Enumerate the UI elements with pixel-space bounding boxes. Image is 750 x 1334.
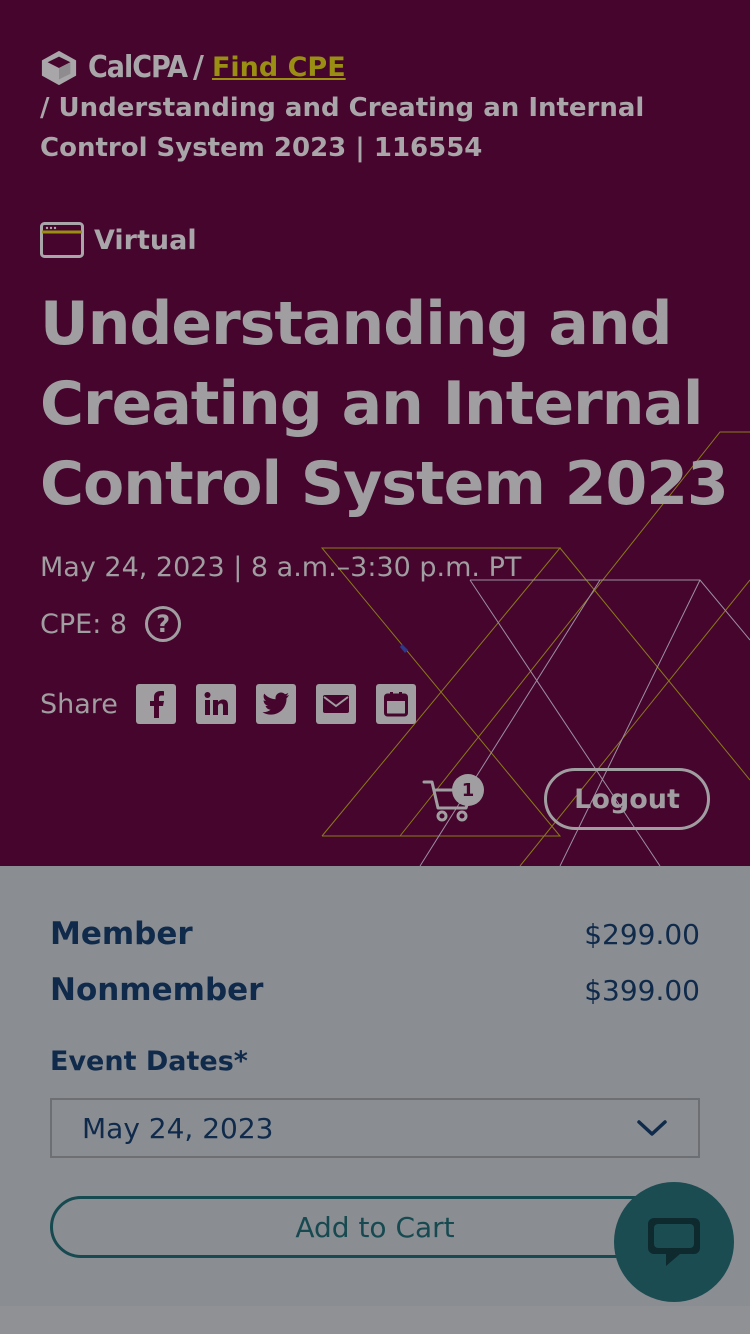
page-title: Understanding and Creating an Internal C… (40, 289, 729, 519)
event-hero: CalCPA / Find CPE / Understanding and Cr… (0, 0, 750, 866)
calcpa-logo-icon (41, 50, 77, 86)
brand-name[interactable]: CalCPA (88, 48, 188, 88)
facebook-icon[interactable] (135, 684, 176, 724)
linkedin-icon[interactable] (195, 684, 236, 724)
breadcrumb: CalCPA / Find CPE / Understanding and Cr… (40, 48, 700, 168)
add-to-cart-button[interactable]: Add to Cart (50, 1196, 700, 1258)
event-datetime: May 24, 2023 | 8 a.m.–3:30 p.m. PT (40, 552, 522, 583)
event-format: Virtual (40, 222, 197, 258)
nonmember-price: $399.00 (584, 973, 700, 1007)
event-format-label: Virtual (94, 224, 197, 256)
page-footer-strip (0, 1306, 750, 1334)
chat-bubble-icon (648, 1218, 700, 1266)
selected-date: May 24, 2023 (82, 1111, 274, 1145)
nonmember-label: Nonmember (50, 972, 264, 1008)
twitter-icon[interactable] (255, 684, 296, 724)
member-label: Member (50, 916, 193, 952)
browser-window-icon (40, 222, 84, 258)
event-date-select[interactable]: May 24, 2023 (50, 1098, 700, 1158)
cpe-label: CPE: 8 (40, 608, 128, 640)
breadcrumb-current: / Understanding and Creating an Internal… (40, 93, 645, 163)
member-price: $299.00 (584, 917, 700, 951)
email-icon[interactable] (315, 684, 356, 724)
breadcrumb-separator: / (192, 50, 204, 85)
cart-count-badge: 1 (452, 774, 484, 806)
chat-button[interactable] (614, 1182, 734, 1302)
nonmember-price-row: Nonmember $399.00 (50, 972, 700, 1008)
event-dates-label: Event Dates* (50, 1046, 248, 1077)
calendar-icon[interactable] (375, 684, 416, 724)
find-cpe-link[interactable]: Find CPE (212, 48, 346, 88)
help-icon[interactable]: ? (145, 606, 182, 642)
cpe-credits: CPE: 8 ? (40, 606, 182, 642)
share-label: Share (40, 688, 118, 720)
member-price-row: Member $299.00 (50, 916, 700, 952)
share-bar: Share (40, 684, 436, 724)
chevron-down-icon (637, 1120, 667, 1136)
logout-button[interactable]: Logout (544, 768, 710, 830)
